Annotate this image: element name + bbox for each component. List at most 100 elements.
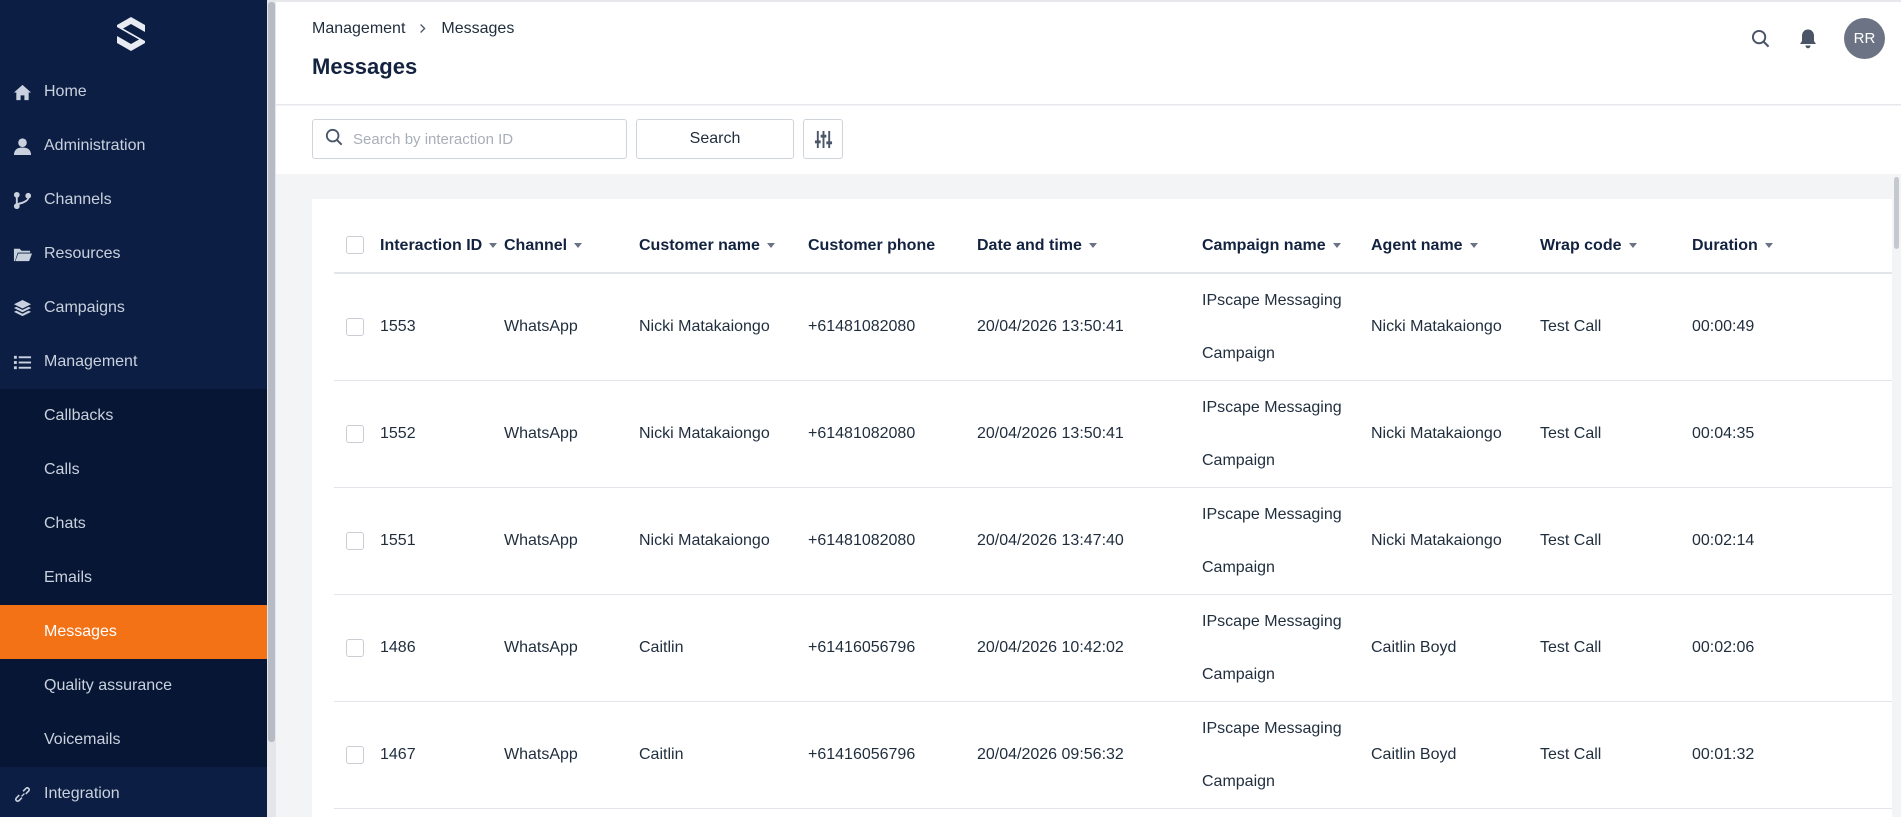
table-row[interactable]: 1467 WhatsApp Caitlin +61416056796 20/04… <box>334 701 1901 809</box>
sidebar-item-chats[interactable]: Chats <box>0 497 267 551</box>
search-toolbar: Search <box>276 106 1901 174</box>
sidebar-item-callbacks[interactable]: Callbacks <box>0 389 267 443</box>
user-icon <box>12 136 32 156</box>
sidebar: Home Administration Channels Resources C… <box>0 0 267 817</box>
cell-wrap-code: Test Call <box>1540 273 1692 381</box>
row-checkbox[interactable] <box>346 317 364 336</box>
messages-table-card: Interaction ID Channel Customer name Cus… <box>312 199 1901 817</box>
cell-customer-phone: +61481082080 <box>808 273 977 381</box>
row-checkbox[interactable] <box>346 531 364 550</box>
sidebar-item-label: Channels <box>44 191 112 208</box>
sidebar-item-channels[interactable]: Channels <box>0 173 267 227</box>
sidebar-item-label: Home <box>44 83 87 100</box>
page-title: Messages <box>312 54 418 79</box>
main-scrollbar-thumb[interactable] <box>1894 177 1899 249</box>
column-header-wrap-code[interactable]: Wrap code <box>1540 219 1692 274</box>
table-row[interactable]: 1552 WhatsApp Nicki Matakaiongo +6148108… <box>334 380 1901 488</box>
sidebar-item-label: Resources <box>44 245 121 262</box>
column-header-interaction-id[interactable]: Interaction ID <box>380 219 504 274</box>
sidebar-scrollbar[interactable] <box>267 0 276 817</box>
sidebar-item-emails[interactable]: Emails <box>0 551 267 605</box>
cell-duration: 00:00:49 <box>1692 273 1901 381</box>
column-header-channel[interactable]: Channel <box>504 219 639 274</box>
sidebar-item-voicemails[interactable]: Voicemails <box>0 713 267 767</box>
cell-customer-phone: +61481082080 <box>808 487 977 595</box>
cell-duration: 00:01:32 <box>1692 701 1901 809</box>
sidebar-item-label: Campaigns <box>44 299 125 316</box>
column-header-customer-name[interactable]: Customer name <box>639 219 808 274</box>
column-header-campaign-name[interactable]: Campaign name <box>1202 219 1371 274</box>
sort-caret-icon <box>1332 242 1341 248</box>
cell-duration: 00:02:14 <box>1692 487 1901 595</box>
select-all-checkbox[interactable] <box>346 236 364 255</box>
sidebar-item-integration[interactable]: Integration <box>0 767 267 817</box>
sidebar-item-messages[interactable]: Messages <box>0 605 267 659</box>
sidebar-item-campaigns[interactable]: Campaigns <box>0 281 267 335</box>
cell-date-and-time: 20/04/2026 13:50:41 <box>977 380 1202 488</box>
cell-interaction-id: 1553 <box>380 273 504 381</box>
cell-customer-name: Nicki Matakaiongo <box>639 487 808 595</box>
breadcrumb-messages: Messages <box>441 20 515 37</box>
row-checkbox[interactable] <box>346 424 364 443</box>
link-icon <box>12 784 32 804</box>
search-input[interactable] <box>353 130 613 148</box>
cell-campaign-name: IPscape Messaging Campaign <box>1202 701 1371 809</box>
breadcrumb-management[interactable]: Management <box>312 20 405 38</box>
header-actions: RR <box>1748 18 1885 59</box>
table-header-row: Interaction ID Channel Customer name Cus… <box>334 219 1901 274</box>
column-header-date-and-time[interactable]: Date and time <box>977 219 1202 274</box>
table-row[interactable]: 1486 WhatsApp Caitlin +61416056796 20/04… <box>334 594 1901 702</box>
cell-agent-name: Caitlin Boyd <box>1371 701 1540 809</box>
sidebar-item-resources[interactable]: Resources <box>0 227 267 281</box>
cell-channel: WhatsApp <box>504 594 639 702</box>
sort-caret-icon <box>1469 242 1478 248</box>
sort-caret-icon <box>766 242 775 248</box>
column-header-agent-name[interactable]: Agent name <box>1371 219 1540 274</box>
cell-wrap-code: Test Call <box>1540 487 1692 595</box>
bell-icon[interactable] <box>1796 27 1820 51</box>
main-scrollbar[interactable] <box>1892 175 1901 817</box>
messages-table: Interaction ID Channel Customer name Cus… <box>334 219 1901 809</box>
cell-channel: WhatsApp <box>504 487 639 595</box>
cell-channel: WhatsApp <box>504 380 639 488</box>
brand-logo[interactable] <box>115 16 147 52</box>
row-checkbox[interactable] <box>346 638 364 657</box>
cell-wrap-code: Test Call <box>1540 594 1692 702</box>
cell-wrap-code: Test Call <box>1540 701 1692 809</box>
filter-button[interactable] <box>803 119 843 159</box>
sidebar-item-home[interactable]: Home <box>0 65 267 119</box>
column-header-duration[interactable]: Duration <box>1692 219 1901 274</box>
cell-campaign-name: IPscape Messaging Campaign <box>1202 380 1371 488</box>
cell-customer-phone: +61481082080 <box>808 380 977 488</box>
cell-agent-name: Nicki Matakaiongo <box>1371 487 1540 595</box>
sidebar-item-management[interactable]: Management <box>0 335 267 389</box>
row-checkbox[interactable] <box>346 745 364 764</box>
sort-caret-icon <box>489 242 498 248</box>
cell-duration: 00:02:06 <box>1692 594 1901 702</box>
search-icon[interactable] <box>1748 27 1772 51</box>
cell-campaign-name: IPscape Messaging Campaign <box>1202 594 1371 702</box>
cell-customer-name: Nicki Matakaiongo <box>639 380 808 488</box>
sidebar-item-quality-assurance[interactable]: Quality assurance <box>0 659 267 713</box>
cell-date-and-time: 20/04/2026 09:56:32 <box>977 701 1202 809</box>
cell-customer-name: Nicki Matakaiongo <box>639 273 808 381</box>
cell-customer-name: Caitlin <box>639 701 808 809</box>
chevron-right-icon <box>419 21 427 37</box>
table-row[interactable]: 1553 WhatsApp Nicki Matakaiongo +6148108… <box>334 273 1901 381</box>
sort-caret-icon <box>1088 242 1097 248</box>
search-box[interactable] <box>312 119 627 159</box>
sort-caret-icon <box>1764 242 1773 248</box>
cell-interaction-id: 1551 <box>380 487 504 595</box>
home-icon <box>12 82 32 102</box>
sidebar-item-administration[interactable]: Administration <box>0 119 267 173</box>
avatar[interactable]: RR <box>1844 18 1885 59</box>
column-header-customer-phone: Customer phone <box>808 219 977 274</box>
sidebar-item-calls[interactable]: Calls <box>0 443 267 497</box>
sidebar-item-label: Administration <box>44 137 146 154</box>
cell-wrap-code: Test Call <box>1540 380 1692 488</box>
breadcrumb: Management Messages <box>312 20 514 38</box>
sidebar-nav: Home Administration Channels Resources C… <box>0 65 267 817</box>
sidebar-scrollbar-thumb[interactable] <box>268 2 275 742</box>
search-button[interactable]: Search <box>636 119 794 159</box>
table-row[interactable]: 1551 WhatsApp Nicki Matakaiongo +6148108… <box>334 487 1901 595</box>
